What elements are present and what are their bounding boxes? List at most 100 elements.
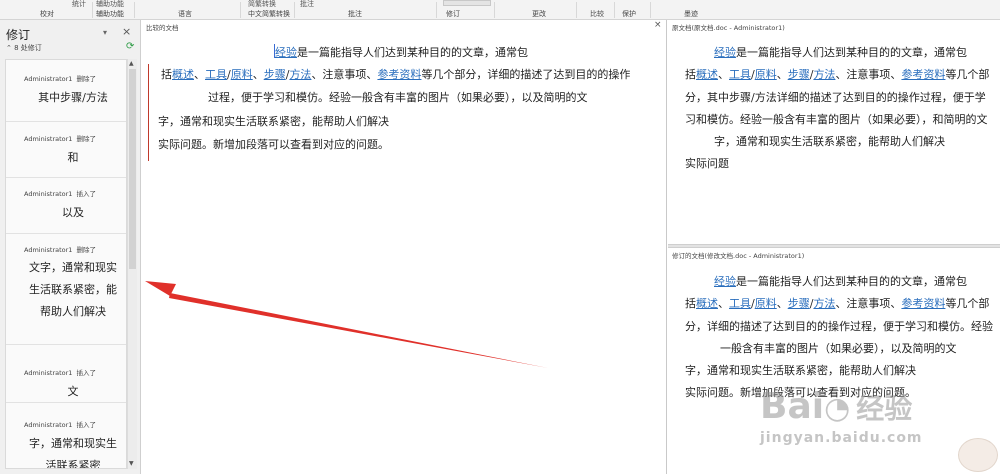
text-run: 、 <box>718 68 729 81</box>
change-bar <box>148 64 149 161</box>
revision-meta: Administrator1 删除了 <box>24 133 96 143</box>
document-line: 分，详细的描述了达到目的的操作过程，便于学习和模仿。经验 <box>685 320 993 333</box>
ribbon: 统计 校对 辅助功能 辅助功能 语言 简繁转换 中文简繁转换 批注 批注 修订 … <box>0 0 1000 20</box>
close-icon[interactable]: × <box>122 25 131 38</box>
watermark-paw-icon: ◔ <box>824 391 851 426</box>
link[interactable]: 原料 <box>231 68 253 81</box>
text-run: 是一篇能指导人们达到某种目的的文章，通常包 <box>297 46 528 59</box>
pane-header: 比较的文档 <box>146 24 179 32</box>
link[interactable]: 方法 <box>813 297 835 310</box>
compared-document-pane[interactable]: 比较的文档 × 经验是一篇能指导人们达到某种目的的文章，通常包 括概述、工具/原… <box>142 20 667 474</box>
text-run: 、 <box>776 297 788 310</box>
link[interactable]: 工具 <box>729 68 751 81</box>
document-line: 实际问题。新增加段落可以查看到对应的问题。 <box>158 138 389 151</box>
ribbon-group-label: 修订 <box>446 10 460 18</box>
link[interactable]: 经验 <box>275 46 297 59</box>
revisions-scrollbar[interactable]: ▲ ▼ <box>127 59 137 469</box>
text-run: 括 <box>685 68 696 81</box>
divider <box>6 344 126 345</box>
link[interactable]: 概述 <box>696 297 718 310</box>
scroll-up-icon[interactable]: ▲ <box>129 60 134 67</box>
link[interactable]: 概述 <box>172 68 194 81</box>
text-run: 是一篇能指导人们达到某种目的的文章，通常包 <box>736 275 967 288</box>
watermark-brand-text-2: 经验 <box>856 392 913 425</box>
ribbon-stats-label[interactable]: 统计 <box>72 0 86 9</box>
scrollbar-thumb[interactable] <box>129 69 136 269</box>
document-line: 经验是一篇能指导人们达到某种目的的文章，通常包 <box>714 44 967 60</box>
document-line: 经验是一篇能指导人们达到某种目的的文章，通常包 <box>714 273 967 289</box>
link[interactable]: 工具 <box>729 297 751 310</box>
link[interactable]: 原料 <box>755 68 777 81</box>
revision-action: 插入了 <box>76 190 96 198</box>
text-run: 等几个部 <box>945 68 990 81</box>
revision-text: 文 <box>67 385 79 398</box>
link[interactable]: 概述 <box>696 68 718 81</box>
text-run: 、注意事项、 <box>835 297 902 310</box>
document-line: 习和模仿。经验一般含有丰富的图片（如果必要），和简明的文 <box>685 113 988 126</box>
document-line: 括概述、工具/原料、步骤/方法、注意事项、参考资料等几个部分，详细的描述了达到目… <box>161 66 630 82</box>
revision-action: 删除了 <box>76 75 96 83</box>
document-line: 过程，便于学习和模仿。经验一般含有丰富的图片（如果必要），以及简明的文 <box>208 91 588 104</box>
ribbon-group-label: 比较 <box>590 10 604 18</box>
ribbon-separator <box>576 2 577 18</box>
ribbon-separator <box>134 2 135 18</box>
scroll-down-icon[interactable]: ▼ <box>129 460 134 467</box>
ribbon-separator <box>294 2 295 18</box>
link[interactable]: 参考资料 <box>377 68 421 81</box>
revision-action: 插入了 <box>76 369 96 377</box>
ribbon-group-label: 更改 <box>532 10 546 18</box>
divider <box>6 177 126 178</box>
ribbon-comment-top[interactable]: 批注 <box>300 0 314 9</box>
revision-meta: Administrator1 插入了 <box>24 367 96 377</box>
divider <box>6 121 126 122</box>
link[interactable]: 步骤 <box>788 297 810 310</box>
watermark-url: jingyan.baidu.com <box>760 430 923 446</box>
link[interactable]: 方法 <box>289 68 311 81</box>
watermark-brand: Bai◔ 经验 <box>760 386 912 427</box>
close-icon[interactable]: × <box>654 20 662 30</box>
document-line: 分，其中步骤/方法详细的描述了达到目的的操作过程，便于学 <box>685 91 986 104</box>
link[interactable]: 步骤 <box>264 68 286 81</box>
link[interactable]: 参考资料 <box>901 68 945 81</box>
link[interactable]: 参考资料 <box>901 297 945 310</box>
ribbon-group-label: 语言 <box>178 10 192 18</box>
ribbon-group-label: 辅助功能 <box>96 10 124 18</box>
link[interactable]: 方法 <box>813 68 835 81</box>
revision-meta: Administrator1 删除了 <box>24 244 96 254</box>
divider <box>6 402 126 403</box>
revision-action: 删除了 <box>76 135 96 143</box>
link[interactable]: 经验 <box>714 46 736 59</box>
document-line: 一般含有丰富的图片（如果必要），以及简明的文 <box>720 342 957 355</box>
link[interactable]: 步骤 <box>788 68 810 81</box>
revisions-list: Administrator1 删除了 其中步骤/方法 Administrator1… <box>5 59 127 469</box>
document-line: 字，通常和现实生活联系紧密，能帮助人们解决 <box>158 115 389 128</box>
text-run: 括 <box>161 68 172 81</box>
text-run: 、 <box>194 68 205 81</box>
refresh-icon[interactable]: ⟳ <box>126 41 134 52</box>
revision-meta: Administrator1 插入了 <box>24 419 96 429</box>
link[interactable]: 原料 <box>755 297 777 310</box>
revision-count[interactable]: ⌃ 8 处修订 <box>6 43 42 53</box>
revision-text: 其中步骤/方法 <box>38 91 108 104</box>
markup-display-dropdown[interactable] <box>443 0 491 6</box>
revision-author: Administrator1 <box>24 135 73 143</box>
revisions-pane-title: 修订 <box>6 28 31 42</box>
watermark-brand-text: Bai <box>760 386 825 427</box>
text-run: 等几个部分，详细的描述了达到目的的操作 <box>421 68 631 81</box>
text-run: 括 <box>685 297 696 310</box>
link[interactable]: 工具 <box>205 68 227 81</box>
ribbon-conversion-top[interactable]: 简繁转换 <box>248 0 276 9</box>
document-line: 字，通常和现实生活联系紧密，能帮助人们解决 <box>714 135 945 148</box>
revision-meta: Administrator1 删除了 <box>24 73 96 83</box>
text-run: 、注意事项、 <box>835 68 902 81</box>
pane-options-icon[interactable]: ▾ <box>103 28 107 37</box>
text-run: 等几个部 <box>945 297 990 310</box>
ribbon-accessibility-top[interactable]: 辅助功能 <box>96 0 124 9</box>
link[interactable]: 经验 <box>714 275 736 288</box>
text-run: 、 <box>776 68 788 81</box>
document-line: 括概述、工具/原料、步骤/方法、注意事项、参考资料等几个部 <box>685 295 989 311</box>
ribbon-separator <box>494 2 495 18</box>
text-run: 、 <box>252 68 264 81</box>
original-document-pane[interactable]: 原文档(原文档.doc - Administrator1) 经验是一篇能指导人们… <box>668 20 1000 245</box>
ribbon-separator <box>614 2 615 18</box>
